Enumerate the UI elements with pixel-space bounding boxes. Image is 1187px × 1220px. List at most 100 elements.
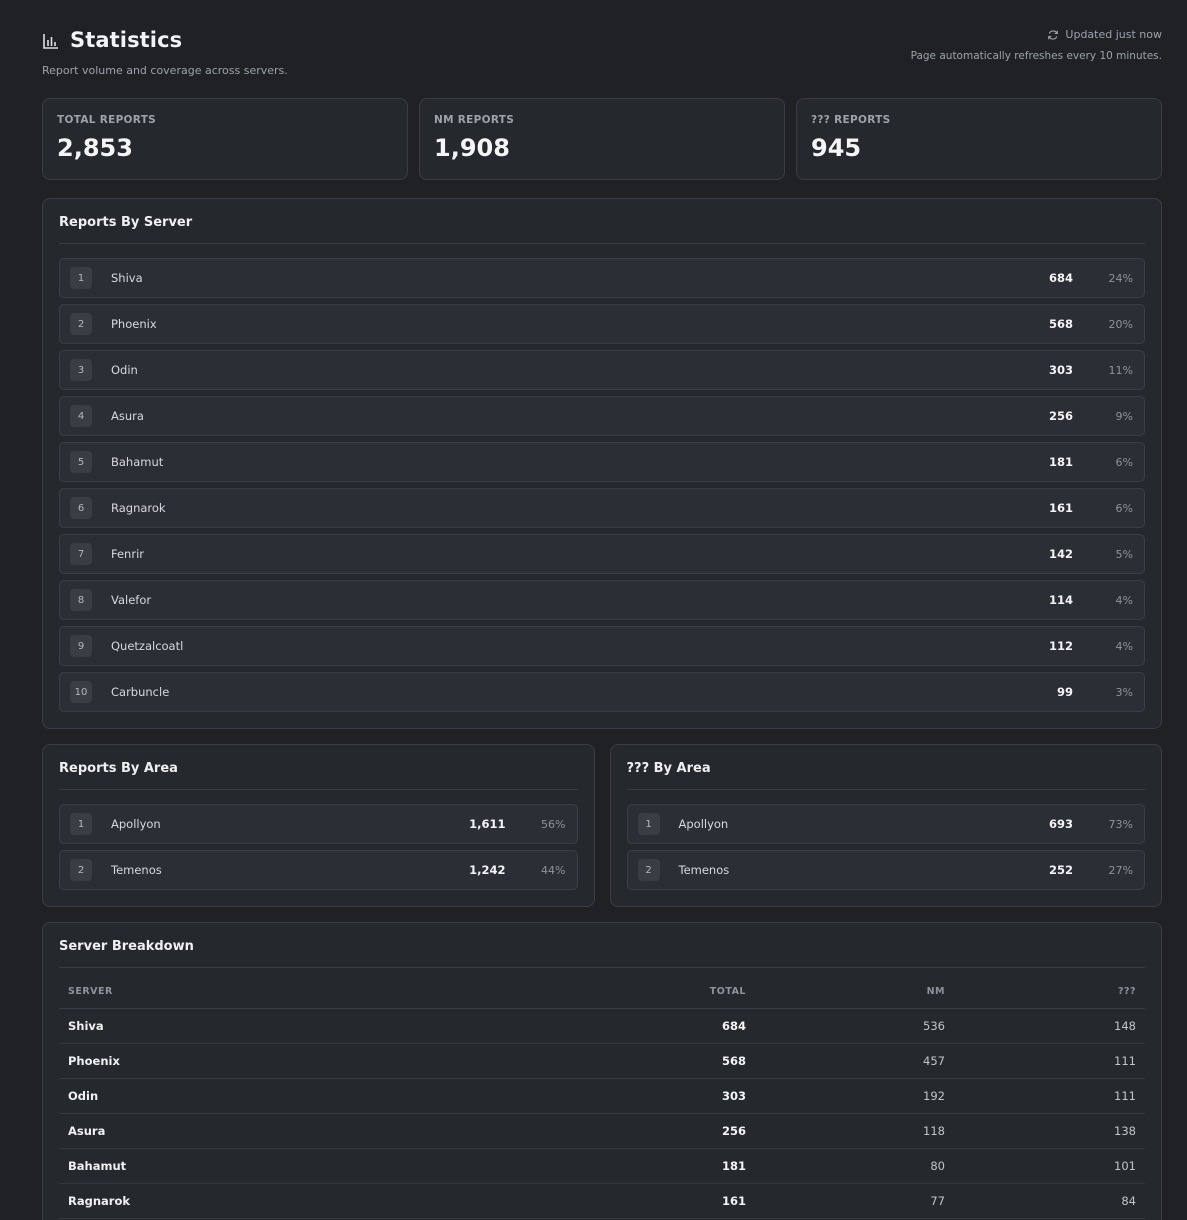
cell-nm: 536: [755, 1008, 954, 1044]
list-item-count: 161: [1048, 501, 1073, 515]
list-item-name: Apollyon: [111, 817, 161, 831]
list-item: 2 Phoenix 568 20%: [59, 304, 1145, 344]
rank-badge: 3: [70, 359, 92, 381]
cell-total: 568: [473, 1043, 755, 1079]
cell-nm: 77: [755, 1183, 954, 1219]
list-item-count: 112: [1048, 639, 1073, 653]
cell-total: 303: [473, 1078, 755, 1114]
cell-server: Shiva: [59, 1008, 474, 1044]
table-body: Shiva 684 536 148 Phoenix 568 457 111 Odin 303 192…: [59, 1008, 1145, 1219]
list-item-percent: 3%: [1115, 685, 1133, 699]
column-header-total: TOTAL: [473, 976, 755, 1009]
list-item-percent: 24%: [1108, 271, 1133, 285]
cell-unknown: 111: [954, 1043, 1145, 1079]
list-item: 7 Fenrir 142 5%: [59, 534, 1145, 574]
list-item-count: 181: [1048, 455, 1073, 469]
list-item-percent: 9%: [1115, 409, 1133, 423]
total-reports-card: TOTAL REPORTS 2,853: [42, 98, 408, 180]
list-item-name: Shiva: [111, 271, 143, 285]
rank-badge: 2: [637, 859, 660, 881]
list-item-percent: 20%: [1108, 317, 1133, 331]
list-item-percent: 6%: [1115, 455, 1133, 469]
table-row: Asura 256 118 138: [59, 1113, 1145, 1149]
card-label: NM REPORTS: [434, 114, 515, 126]
rank-badge: 8: [70, 589, 92, 611]
panel-title: Reports By Server: [59, 215, 1145, 244]
refresh-icon: [1048, 29, 1059, 40]
rank-badge: 6: [70, 497, 92, 519]
column-header-nm: NM: [755, 976, 954, 1009]
cell-total: 684: [473, 1008, 755, 1044]
cell-unknown: 101: [954, 1148, 1145, 1184]
statistics-page: Statistics Report volume and coverage ac…: [0, 0, 1187, 1220]
cell-unknown: 138: [954, 1113, 1145, 1149]
rank-badge: 4: [70, 405, 92, 427]
list-item-percent: 11%: [1108, 363, 1133, 377]
table-header-row: SERVER TOTAL NM ???: [59, 976, 1145, 1009]
table-row: Shiva 684 536 148: [59, 1008, 1145, 1044]
card-value: 1,908: [434, 134, 510, 162]
unknown-area-rank-list: 1 Apollyon 693 73% 2 Temenos 252 27%: [626, 804, 1145, 890]
cell-unknown: 148: [954, 1008, 1145, 1044]
list-item-count: 1,611: [469, 817, 506, 831]
cell-server: Phoenix: [59, 1043, 474, 1079]
list-item-count: 114: [1048, 593, 1073, 607]
rank-badge: 1: [70, 267, 92, 289]
unknown-by-area-panel: ??? By Area 1 Apollyon 693 73% 2 Temenos 252 27…: [609, 744, 1162, 907]
reports-by-area-panel: Reports By Area 1 Apollyon 1,611 56% 2 Temeno…: [42, 744, 595, 907]
list-item: 4 Asura 256 9%: [59, 396, 1145, 436]
rank-badge: 1: [70, 813, 92, 835]
list-item-count: 99: [1056, 685, 1073, 699]
list-item: 2 Temenos 252 27%: [626, 850, 1145, 890]
cell-total: 161: [473, 1183, 755, 1219]
card-value: 2,853: [57, 134, 133, 162]
card-label: ??? REPORTS: [811, 114, 891, 126]
list-item-name: Carbuncle: [111, 685, 170, 699]
updated-text: Updated just now: [1065, 28, 1162, 41]
cell-nm: 80: [755, 1148, 954, 1184]
column-header-server: SERVER: [59, 976, 474, 1009]
list-item: 5 Bahamut 181 6%: [59, 442, 1145, 482]
list-item-name: Quetzalcoatl: [111, 639, 184, 653]
cell-server: Odin: [59, 1078, 474, 1114]
reports-by-server-panel: Reports By Server 1 Shiva 684 24% 2 Phoenix 56…: [42, 198, 1162, 729]
rank-badge: 5: [70, 451, 92, 473]
cell-total: 256: [473, 1113, 755, 1149]
table-row: Phoenix 568 457 111: [59, 1043, 1145, 1079]
list-item-name: Asura: [111, 409, 144, 423]
panel-title: Server Breakdown: [59, 939, 1145, 968]
cell-total: 181: [473, 1148, 755, 1184]
list-item-name: Valefor: [111, 593, 152, 607]
table-row: Ragnarok 161 77 84: [59, 1183, 1145, 1219]
server-rank-list: 1 Shiva 684 24% 2 Phoenix 568 20% 3 Odin 303 11% 4 As…: [59, 258, 1145, 712]
list-item: 2 Temenos 1,242 44%: [59, 850, 578, 890]
summary-cards: TOTAL REPORTS 2,853 NM REPORTS 1,908 ???…: [42, 98, 1162, 180]
list-item-count: 142: [1048, 547, 1073, 561]
cell-unknown: 84: [954, 1183, 1145, 1219]
list-item-name: Temenos: [678, 863, 730, 877]
list-item: 1 Shiva 684 24%: [59, 258, 1145, 298]
list-item-count: 256: [1048, 409, 1073, 423]
panel-title: Reports By Area: [59, 761, 578, 790]
rank-badge: 10: [70, 681, 92, 703]
column-header-unknown: ???: [954, 976, 1145, 1009]
updated-line: Updated just now: [911, 28, 1162, 41]
rank-badge: 1: [637, 813, 660, 835]
list-item-name: Temenos: [111, 863, 162, 877]
list-item-percent: 4%: [1115, 639, 1133, 653]
cell-server: Bahamut: [59, 1148, 474, 1184]
cell-unknown: 111: [954, 1078, 1145, 1114]
list-item: 9 Quetzalcoatl 112 4%: [59, 626, 1145, 666]
cell-nm: 118: [755, 1113, 954, 1149]
rank-badge: 9: [70, 635, 92, 657]
list-item: 3 Odin 303 11%: [59, 350, 1145, 390]
list-item-percent: 27%: [1108, 863, 1133, 877]
panel-title: ??? By Area: [626, 761, 1145, 790]
bar-chart-icon: [43, 34, 58, 49]
cell-server: Asura: [59, 1113, 474, 1149]
list-item-count: 684: [1048, 271, 1073, 285]
list-item-name: Ragnarok: [111, 501, 166, 515]
rank-badge: 2: [70, 859, 92, 881]
list-item: 1 Apollyon 693 73%: [626, 804, 1145, 844]
list-item-count: 252: [1048, 863, 1073, 877]
